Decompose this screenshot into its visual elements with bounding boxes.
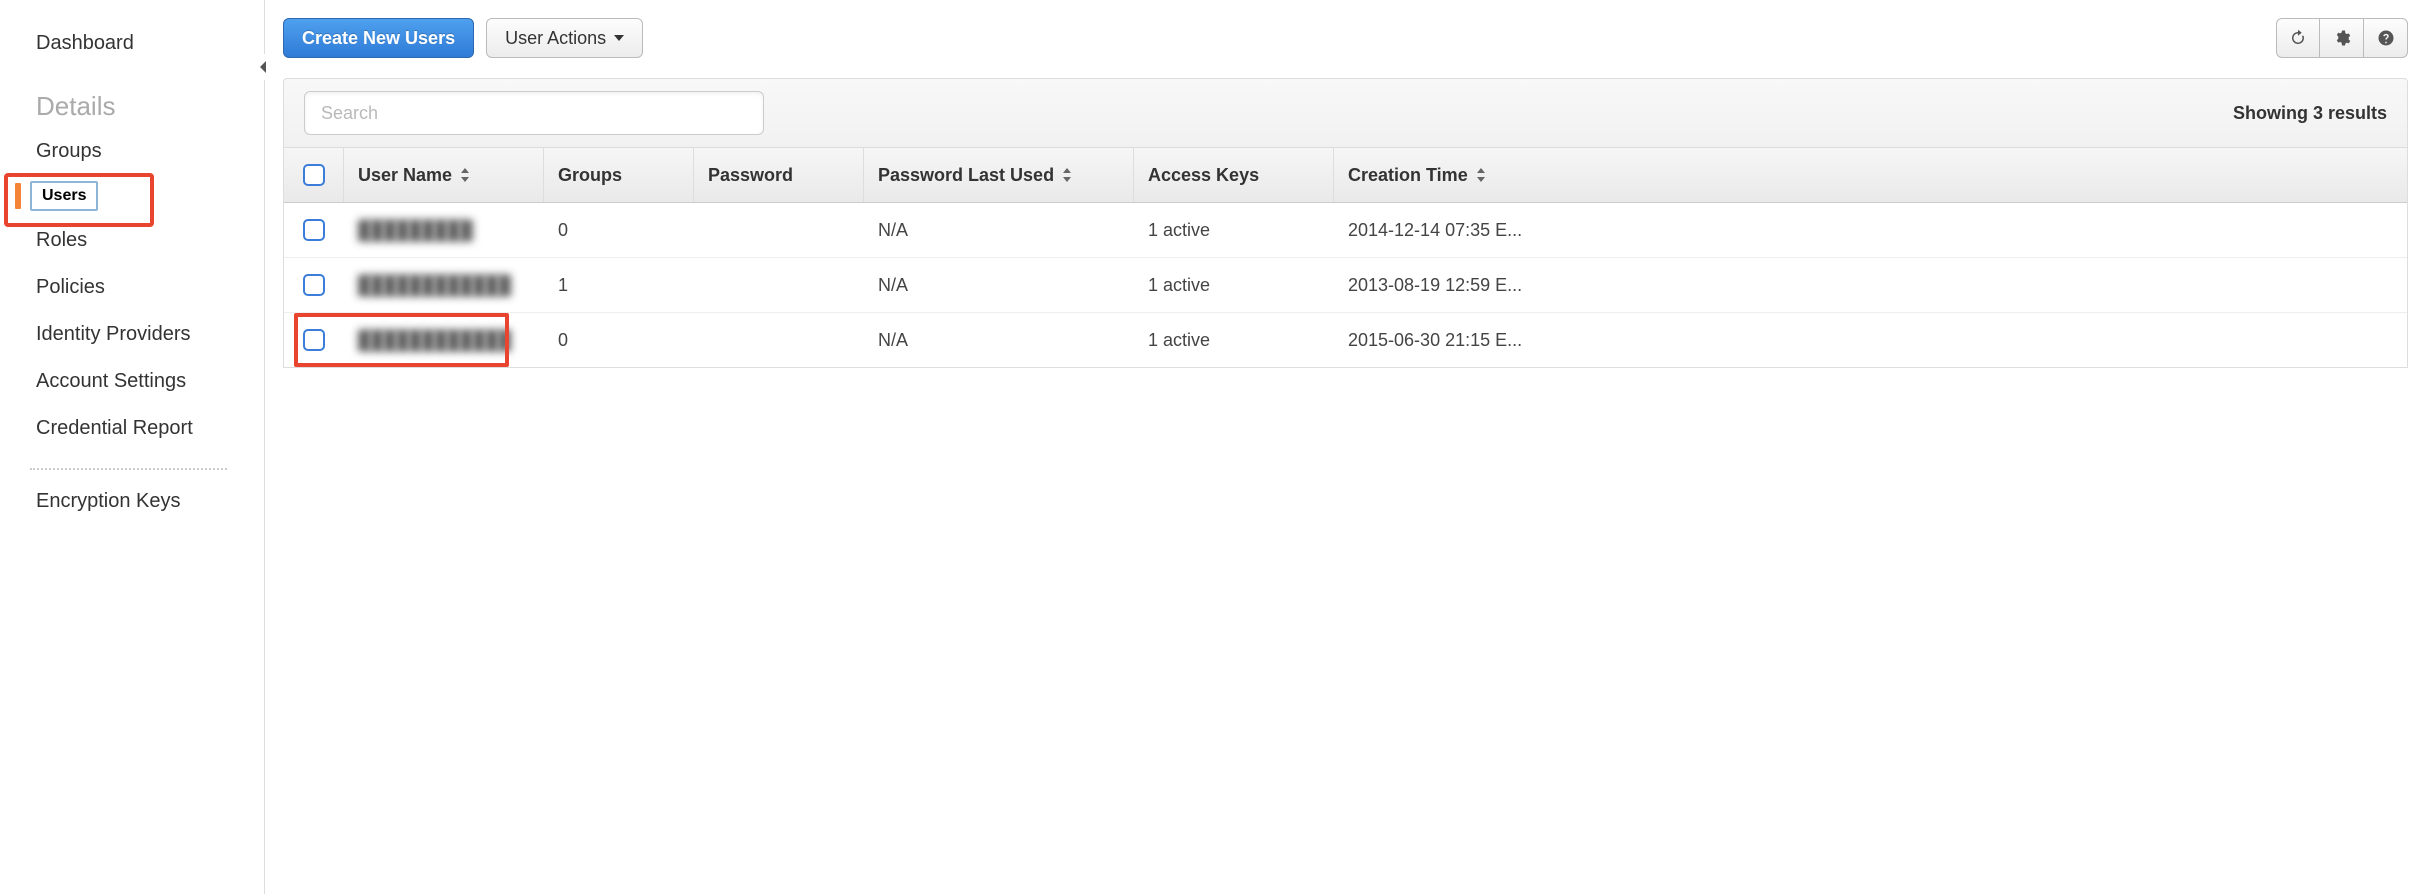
access-keys-cell: 1 active: [1134, 204, 1334, 257]
results-count: Showing 3 results: [2233, 103, 2387, 124]
sidebar-item-identity-providers[interactable]: Identity Providers: [30, 311, 254, 358]
sort-icon: [1476, 168, 1486, 182]
groups-cell: 0: [544, 314, 694, 367]
password-cell: [694, 269, 864, 301]
column-creation-time-label: Creation Time: [1348, 165, 1468, 186]
refresh-button[interactable]: [2276, 18, 2320, 58]
column-password-last-used[interactable]: Password Last Used: [864, 148, 1134, 202]
refresh-icon: [2289, 29, 2307, 47]
access-keys-cell: 1 active: [1134, 259, 1334, 312]
column-password[interactable]: Password: [694, 148, 864, 202]
sidebar-divider: [30, 468, 227, 470]
active-indicator-bar: [15, 183, 21, 209]
user-name-cell: ████████████: [358, 330, 511, 350]
toolbar-right: [2276, 18, 2408, 58]
row-checkbox[interactable]: [303, 219, 325, 241]
row-checkbox[interactable]: [303, 274, 325, 296]
sidebar-item-policies[interactable]: Policies: [30, 264, 254, 311]
creation-time-cell: 2014-12-14 07:35 E...: [1334, 204, 2407, 257]
select-all-checkbox[interactable]: [303, 164, 325, 186]
column-user-name[interactable]: User Name: [344, 148, 544, 202]
toolbar: Create New Users User Actions: [283, 18, 2408, 58]
create-new-users-button[interactable]: Create New Users: [283, 18, 474, 58]
table-row[interactable]: ████████████ 1 N/A 1 active 2013-08-19 1…: [284, 258, 2407, 313]
access-keys-cell: 1 active: [1134, 314, 1334, 367]
column-access-keys[interactable]: Access Keys: [1134, 148, 1334, 202]
sidebar-item-users[interactable]: Users: [30, 181, 98, 211]
column-groups[interactable]: Groups: [544, 148, 694, 202]
user-actions-label: User Actions: [505, 28, 606, 49]
sidebar-item-groups[interactable]: Groups: [30, 128, 254, 175]
column-creation-time[interactable]: Creation Time: [1334, 148, 2407, 202]
gear-icon: [2333, 29, 2351, 47]
sort-icon: [1062, 168, 1072, 182]
column-password-last-used-label: Password Last Used: [878, 165, 1054, 186]
sidebar-item-credential-report[interactable]: Credential Report: [30, 405, 254, 452]
table-row[interactable]: █████████ 0 N/A 1 active 2014-12-14 07:3…: [284, 203, 2407, 258]
sort-icon: [460, 168, 470, 182]
creation-time-cell: 2015-06-30 21:15 E...: [1334, 314, 2407, 367]
column-access-keys-label: Access Keys: [1148, 165, 1259, 186]
sidebar: Dashboard Details Groups Users Roles Pol…: [0, 0, 265, 894]
settings-button[interactable]: [2320, 18, 2364, 58]
groups-cell: 1: [544, 259, 694, 312]
sidebar-item-dashboard[interactable]: Dashboard: [30, 20, 254, 67]
users-table: User Name Groups Password Password Last …: [283, 148, 2408, 368]
help-button[interactable]: [2364, 18, 2408, 58]
help-icon: [2377, 29, 2395, 47]
password-cell: [694, 324, 864, 356]
column-user-name-label: User Name: [358, 165, 452, 186]
password-last-used-cell: N/A: [864, 204, 1134, 257]
column-password-label: Password: [708, 165, 793, 186]
row-checkbox[interactable]: [303, 329, 325, 351]
user-actions-dropdown[interactable]: User Actions: [486, 18, 643, 58]
groups-cell: 0: [544, 204, 694, 257]
password-cell: [694, 214, 864, 246]
password-last-used-cell: N/A: [864, 259, 1134, 312]
sidebar-section-details: Details: [30, 67, 254, 128]
user-name-cell: █████████: [358, 220, 473, 240]
table-header-row: User Name Groups Password Password Last …: [284, 148, 2407, 203]
select-all-cell: [284, 148, 344, 202]
caret-down-icon: [614, 35, 624, 41]
user-name-cell: ████████████: [358, 275, 511, 295]
password-last-used-cell: N/A: [864, 314, 1134, 367]
sidebar-item-account-settings[interactable]: Account Settings: [30, 358, 254, 405]
creation-time-cell: 2013-08-19 12:59 E...: [1334, 259, 2407, 312]
table-row[interactable]: ████████████ 0 N/A 1 active 2015-06-30 2…: [284, 313, 2407, 367]
search-input[interactable]: [304, 91, 764, 135]
sidebar-item-roles[interactable]: Roles: [30, 217, 254, 264]
sidebar-collapse-handle[interactable]: [254, 54, 274, 80]
chevron-left-icon: [260, 61, 268, 73]
sidebar-item-encryption-keys[interactable]: Encryption Keys: [30, 478, 254, 525]
column-groups-label: Groups: [558, 165, 622, 186]
search-bar-row: Showing 3 results: [283, 78, 2408, 148]
main-content: Create New Users User Actions Showing 3 …: [265, 0, 2426, 894]
